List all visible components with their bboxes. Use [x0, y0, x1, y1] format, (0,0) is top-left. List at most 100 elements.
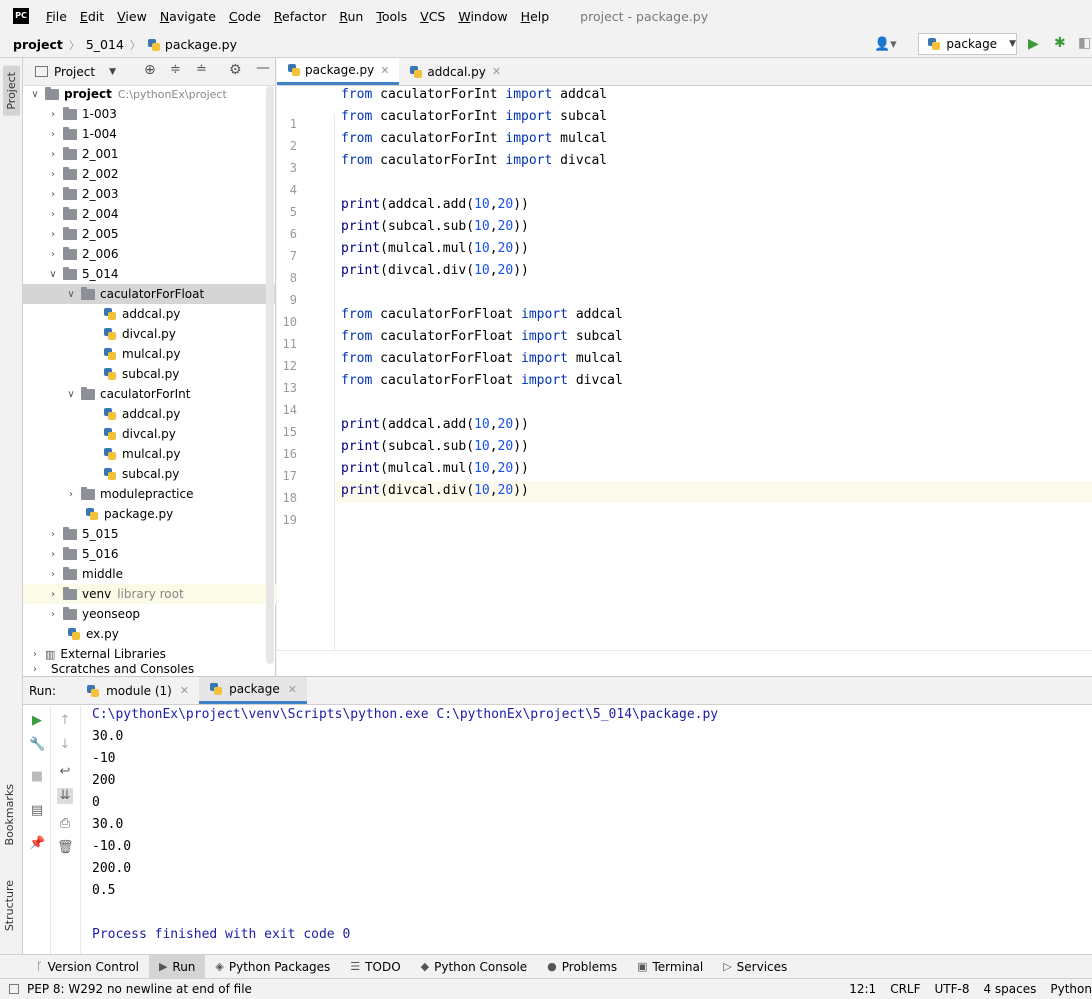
tree-file[interactable]: divcal.py	[23, 424, 276, 444]
tab-project[interactable]: Project	[3, 66, 20, 116]
soft-wrap-icon[interactable]: ↩	[57, 764, 73, 780]
rerun-icon[interactable]: ▶	[29, 713, 45, 729]
code-line[interactable]: print(subcal.sub(10,20))	[341, 219, 529, 234]
tab-terminal[interactable]: ▣ Terminal	[627, 955, 713, 979]
hide-icon[interactable]: —	[256, 60, 270, 76]
debug-icon[interactable]: ✱	[1054, 35, 1066, 51]
menu-run[interactable]: Run	[339, 9, 363, 24]
chevron-down-icon[interactable]: ▼	[109, 67, 116, 77]
tab-bookmarks[interactable]: Bookmarks	[3, 784, 16, 845]
code-line[interactable]: print(divcal.div(10,20))	[341, 483, 529, 498]
code-line[interactable]: print(mulcal.mul(10,20))	[341, 241, 529, 256]
code-line[interactable]: print(divcal.div(10,20))	[341, 263, 529, 278]
tree-file-package[interactable]: package.py	[23, 504, 276, 524]
code-line[interactable]: from caculatorForFloat import mulcal	[341, 351, 623, 366]
coverage-icon[interactable]: ◧	[1078, 35, 1091, 51]
tree-folder[interactable]: › 2_004	[23, 204, 276, 224]
menu-edit[interactable]: Edit	[80, 9, 104, 24]
tree-folder[interactable]: › 5_015	[23, 524, 276, 544]
code-line[interactable]: from caculatorForInt import subcal	[341, 109, 607, 124]
code-line[interactable]: from caculatorForFloat import subcal	[341, 329, 623, 344]
code-line[interactable]: print(addcal.add(10,20))	[341, 197, 529, 212]
tab-addcal-py[interactable]: addcal.py ✕	[399, 58, 511, 85]
run-tab-module[interactable]: module (1) ✕	[76, 677, 199, 704]
trash-icon[interactable]: 🗑	[57, 840, 74, 856]
tree-folder-int[interactable]: ∨ caculatorForInt	[23, 384, 276, 404]
tab-todo[interactable]: ☰ TODO	[340, 955, 410, 979]
tree-external-libraries[interactable]: › ▥ External Libraries	[23, 644, 276, 664]
tool-windows-icon[interactable]	[9, 983, 19, 994]
code-area[interactable]: 1 2 3 4 5 6 7 8 9 10 11 12 13 14 15 16 17 18 19 from cacul…	[277, 86, 1092, 678]
menu-window[interactable]: Window	[458, 9, 507, 24]
menu-file[interactable]: File	[46, 9, 67, 24]
menu-help[interactable]: Help	[521, 9, 550, 24]
tree-root[interactable]: ∨ project C:\pythonEx\project	[23, 84, 276, 104]
tree-folder[interactable]: › 1-004	[23, 124, 276, 144]
line-separator[interactable]: CRLF	[890, 982, 920, 996]
tree-folder-yeonseop[interactable]: › yeonseop	[23, 604, 276, 624]
tree-scratches[interactable]: › Scratches and Consoles	[23, 664, 276, 674]
code-line[interactable]: print(subcal.sub(10,20))	[341, 439, 529, 454]
tree-folder-float[interactable]: ∨ caculatorForFloat	[23, 284, 276, 304]
scroll-to-end-icon[interactable]: ⇊	[57, 788, 73, 804]
tab-run[interactable]: ▶ Run	[148, 954, 206, 979]
crumb-file[interactable]: package.py	[165, 37, 237, 52]
run-config-select[interactable]: package ▼	[918, 33, 1017, 55]
tree-file[interactable]: subcal.py	[23, 364, 276, 384]
code-line[interactable]: print(addcal.add(10,20))	[341, 417, 529, 432]
user-icon[interactable]: 👤▾	[874, 37, 897, 52]
code-line[interactable]: from caculatorForFloat import addcal	[341, 307, 623, 322]
code-line[interactable]: print(mulcal.mul(10,20))	[341, 461, 529, 476]
tab-services[interactable]: ▷ Services	[713, 955, 797, 979]
editor-horizontal-scroll[interactable]	[277, 650, 1092, 676]
wrench-icon[interactable]: 🔧	[29, 737, 45, 753]
arrow-down-icon[interactable]: ↓	[57, 737, 73, 753]
close-icon[interactable]: ✕	[380, 64, 389, 77]
caret-position[interactable]: 12:1	[849, 982, 876, 996]
print-icon[interactable]: ⎙	[57, 816, 73, 832]
gear-icon[interactable]: ⚙	[229, 62, 242, 78]
menu-vcs[interactable]: VCS	[420, 9, 445, 24]
tab-python-packages[interactable]: ◈ Python Packages	[205, 955, 340, 979]
file-encoding[interactable]: UTF-8	[935, 982, 970, 996]
menu-tools[interactable]: Tools	[376, 9, 407, 24]
menu-code[interactable]: Code	[229, 9, 261, 24]
tree-folder[interactable]: ∨ 5_014	[23, 264, 276, 284]
crumb-project[interactable]: project	[13, 37, 63, 52]
tree-folder[interactable]: › 2_005	[23, 224, 276, 244]
tree-file[interactable]: mulcal.py	[23, 344, 276, 364]
tree-file[interactable]: addcal.py	[23, 304, 276, 324]
run-icon[interactable]: ▶	[1028, 36, 1039, 52]
tab-version-control[interactable]: ᚴ Version Control	[26, 955, 149, 979]
indent-setting[interactable]: 4 spaces	[983, 982, 1036, 996]
tree-file-ex[interactable]: ex.py	[23, 624, 276, 644]
tree-folder[interactable]: › middle	[23, 564, 276, 584]
expand-all-icon[interactable]: ≑	[170, 62, 181, 77]
close-icon[interactable]: ✕	[288, 683, 297, 696]
code-line[interactable]: from caculatorForInt import addcal	[341, 87, 607, 102]
code-line[interactable]: from caculatorForInt import divcal	[341, 153, 607, 168]
run-tab-package[interactable]: package ✕	[199, 677, 307, 704]
tree-file[interactable]: subcal.py	[23, 464, 276, 484]
tree-folder[interactable]: › 2_001	[23, 144, 276, 164]
status-message[interactable]: PEP 8: W292 no newline at end of file	[27, 982, 252, 996]
tree-folder[interactable]: › 1-003	[23, 104, 276, 124]
tree-folder[interactable]: › 2_002	[23, 164, 276, 184]
collapse-all-icon[interactable]: ≐	[196, 62, 207, 77]
pin-icon[interactable]: 📌	[29, 836, 45, 852]
tab-problems[interactable]: ● Problems	[537, 955, 627, 979]
tree-folder[interactable]: › 5_016	[23, 544, 276, 564]
tab-structure[interactable]: Structure	[3, 880, 16, 931]
tree-folder-modulepractice[interactable]: › modulepractice	[23, 484, 276, 504]
code-line[interactable]: from caculatorForFloat import divcal	[341, 373, 623, 388]
code-line[interactable]: from caculatorForInt import mulcal	[341, 131, 607, 146]
menu-refactor[interactable]: Refactor	[274, 9, 326, 24]
menu-view[interactable]: View	[117, 9, 147, 24]
tree-file[interactable]: divcal.py	[23, 324, 276, 344]
layout-icon[interactable]: ▤	[29, 803, 45, 819]
tree-folder[interactable]: › 2_006	[23, 244, 276, 264]
tab-package-py[interactable]: package.py ✕	[277, 58, 400, 85]
tree-file[interactable]: mulcal.py	[23, 444, 276, 464]
close-icon[interactable]: ✕	[492, 65, 501, 78]
close-icon[interactable]: ✕	[180, 684, 189, 697]
